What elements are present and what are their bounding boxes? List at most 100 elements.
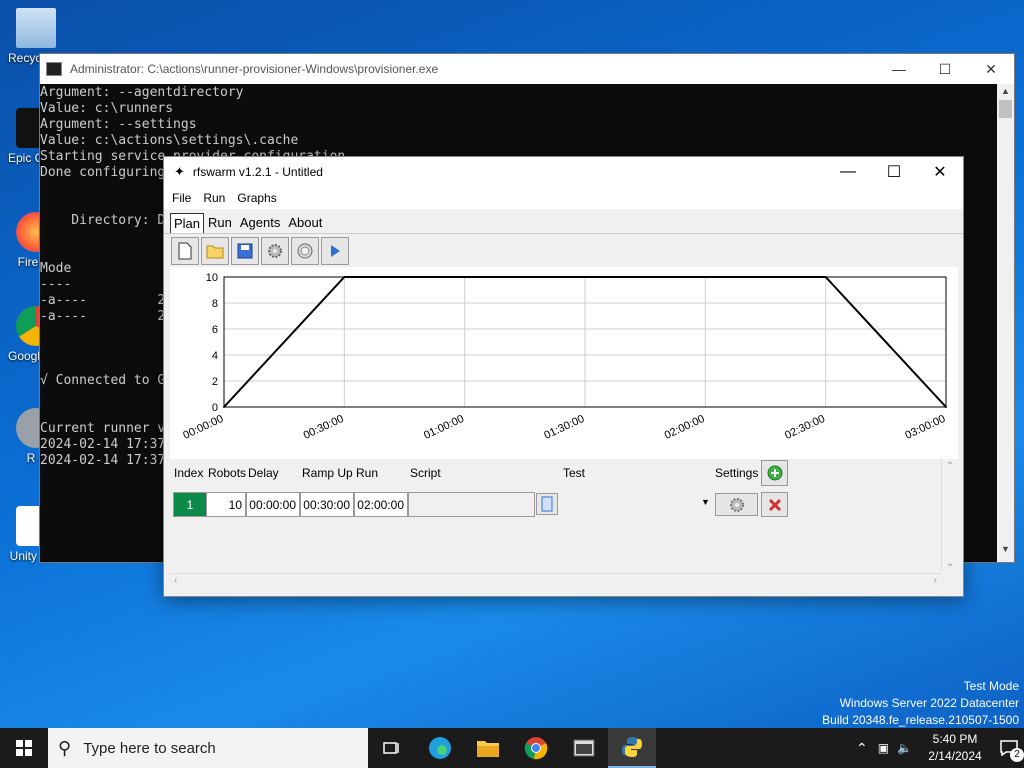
- maximize-icon[interactable]: ☐: [871, 162, 917, 182]
- delay-input[interactable]: 00:00:00: [246, 492, 300, 517]
- test-dropdown[interactable]: [562, 493, 712, 515]
- schedule-clock-icon: [297, 243, 313, 258]
- console-app-icon: [46, 62, 62, 76]
- plan-horizontal-scrollbar[interactable]: ‹ ›: [170, 573, 941, 589]
- remove-icon: [768, 498, 781, 511]
- rfswarm-title: rfswarm v1.2.1 - Untitled: [192, 165, 323, 179]
- minimize-icon[interactable]: —: [825, 163, 871, 181]
- new-file-icon: [178, 242, 192, 259]
- y-tick-label: 10: [206, 272, 218, 284]
- run-input[interactable]: 02:00:00: [354, 492, 408, 517]
- menu-run[interactable]: Run: [197, 191, 231, 205]
- console-scrollbar[interactable]: ▲ ▼: [997, 84, 1014, 562]
- maximize-icon[interactable]: ☐: [922, 61, 968, 78]
- save-button[interactable]: [231, 236, 259, 265]
- scroll-down-icon[interactable]: ⌄: [946, 558, 954, 569]
- search-icon: ⚲: [58, 737, 72, 758]
- script-input[interactable]: [408, 492, 535, 517]
- remove-row-button[interactable]: [761, 492, 788, 517]
- console-line: Value: c:\actions\settings\.cache: [40, 133, 299, 148]
- folder-icon: [477, 741, 499, 757]
- x-tick-label: 00:00:00: [181, 413, 225, 442]
- header-test: Test: [563, 466, 586, 480]
- clock-date: 2/14/2024: [928, 749, 982, 763]
- console-line: ----: [40, 277, 72, 292]
- notification-button[interactable]: 2: [994, 728, 1024, 768]
- start-button[interactable]: [0, 728, 48, 768]
- menu-file[interactable]: File: [166, 191, 197, 205]
- task-view-button[interactable]: [368, 728, 416, 768]
- play-button[interactable]: [321, 236, 349, 265]
- watermark-line-1: Test Mode: [963, 679, 1019, 693]
- tab-plan[interactable]: Plan: [170, 213, 205, 233]
- new-button[interactable]: [171, 236, 199, 265]
- watermark-line-2: Windows Server 2022 Datacenter: [839, 696, 1019, 710]
- add-icon: [767, 465, 782, 481]
- taskbar-search-box[interactable]: ⚲ Type here to search: [48, 728, 368, 768]
- rfswarm-window[interactable]: ✦ rfswarm v1.2.1 - Untitled — ☐ ✕ File R…: [163, 156, 964, 597]
- tab-agents[interactable]: Agents: [236, 212, 284, 233]
- network-icon[interactable]: ▣: [878, 741, 889, 755]
- python-icon: [622, 737, 642, 757]
- y-tick-label: 0: [212, 402, 218, 414]
- task-view-icon: [383, 742, 399, 754]
- close-icon[interactable]: ✕: [968, 61, 1014, 78]
- console-line: √ Connected to G: [40, 373, 166, 388]
- clock[interactable]: 5:40 PM 2/14/2024: [924, 731, 986, 765]
- x-tick-label: 01:00:00: [422, 413, 466, 442]
- robots-input[interactable]: 10: [206, 492, 246, 517]
- feather-icon: ✦: [174, 164, 185, 179]
- scroll-down-icon[interactable]: ▼: [997, 544, 1014, 560]
- play-icon: [331, 244, 340, 257]
- taskbar: ⚲ Type here to search ⌃ ▣ 🔈 5:40 PM 2/14…: [0, 728, 1024, 768]
- clock-time: 5:40 PM: [932, 732, 978, 746]
- console-line: Directory: D: [71, 213, 166, 228]
- chevron-up-icon[interactable]: ⌃: [856, 740, 868, 757]
- scroll-left-icon[interactable]: ‹: [174, 575, 177, 586]
- plan-graph: 0 2 4 6 8 10 00:00:00 00:30:00 01:00:00 01:30:00 0…: [170, 267, 958, 459]
- y-tick-label: 6: [212, 324, 218, 336]
- taskbar-file-explorer[interactable]: [464, 728, 512, 768]
- settings-button[interactable]: [261, 236, 289, 265]
- browse-script-button[interactable]: [536, 493, 558, 515]
- header-robots: Robots: [208, 466, 247, 480]
- add-row-button[interactable]: [761, 460, 788, 486]
- header-run: Run: [356, 466, 379, 480]
- close-icon[interactable]: ✕: [917, 162, 963, 182]
- console-line: Argument: --agentdirectory: [40, 85, 244, 100]
- header-index: Index: [174, 466, 204, 480]
- scroll-up-icon[interactable]: ⌃: [946, 461, 954, 472]
- taskbar-edge[interactable]: [416, 728, 464, 768]
- notification-count: 2: [1010, 748, 1024, 762]
- plan-vertical-scrollbar[interactable]: ⌃ ⌄: [941, 459, 958, 571]
- chevron-down-icon[interactable]: ▼: [701, 497, 710, 507]
- taskbar-terminal[interactable]: [560, 728, 608, 768]
- recycle-bin-icon: [16, 8, 56, 48]
- volume-icon[interactable]: 🔈: [897, 741, 912, 755]
- schedule-button[interactable]: [291, 236, 319, 265]
- header-script: Script: [410, 466, 441, 480]
- scrollbar-thumb[interactable]: [999, 100, 1012, 118]
- y-tick-label: 2: [212, 376, 218, 388]
- taskbar-chrome[interactable]: [512, 728, 560, 768]
- console-title-bar[interactable]: Administrator: C:\actions\runner-provisi…: [40, 54, 1014, 84]
- tab-run[interactable]: Run: [204, 212, 236, 233]
- x-tick-label: 01:30:00: [542, 413, 586, 442]
- console-line: 2024-02-14 17:37: [40, 437, 166, 452]
- minimize-icon[interactable]: —: [876, 61, 922, 77]
- scroll-right-icon[interactable]: ›: [934, 575, 937, 586]
- rampup-input[interactable]: 00:30:00: [300, 492, 354, 517]
- rfswarm-title-bar[interactable]: ✦ rfswarm v1.2.1 - Untitled — ☐ ✕: [164, 157, 963, 187]
- menu-graphs[interactable]: Graphs: [231, 191, 282, 205]
- taskbar-python[interactable]: [608, 728, 656, 768]
- open-button[interactable]: [201, 236, 229, 265]
- x-tick-label: 02:00:00: [663, 413, 707, 442]
- windows-watermark: Test Mode Windows Server 2022 Datacenter…: [822, 678, 1019, 729]
- data-point: [824, 276, 827, 278]
- console-title: Administrator: C:\actions\runner-provisi…: [70, 62, 439, 76]
- x-tick-label: 02:30:00: [783, 413, 827, 442]
- row-settings-button[interactable]: [715, 493, 758, 516]
- system-tray: ⌃ ▣ 🔈 5:40 PM 2/14/2024 2: [856, 728, 1024, 768]
- tab-about[interactable]: About: [284, 212, 326, 233]
- console-line: -a---- 2: [40, 293, 166, 308]
